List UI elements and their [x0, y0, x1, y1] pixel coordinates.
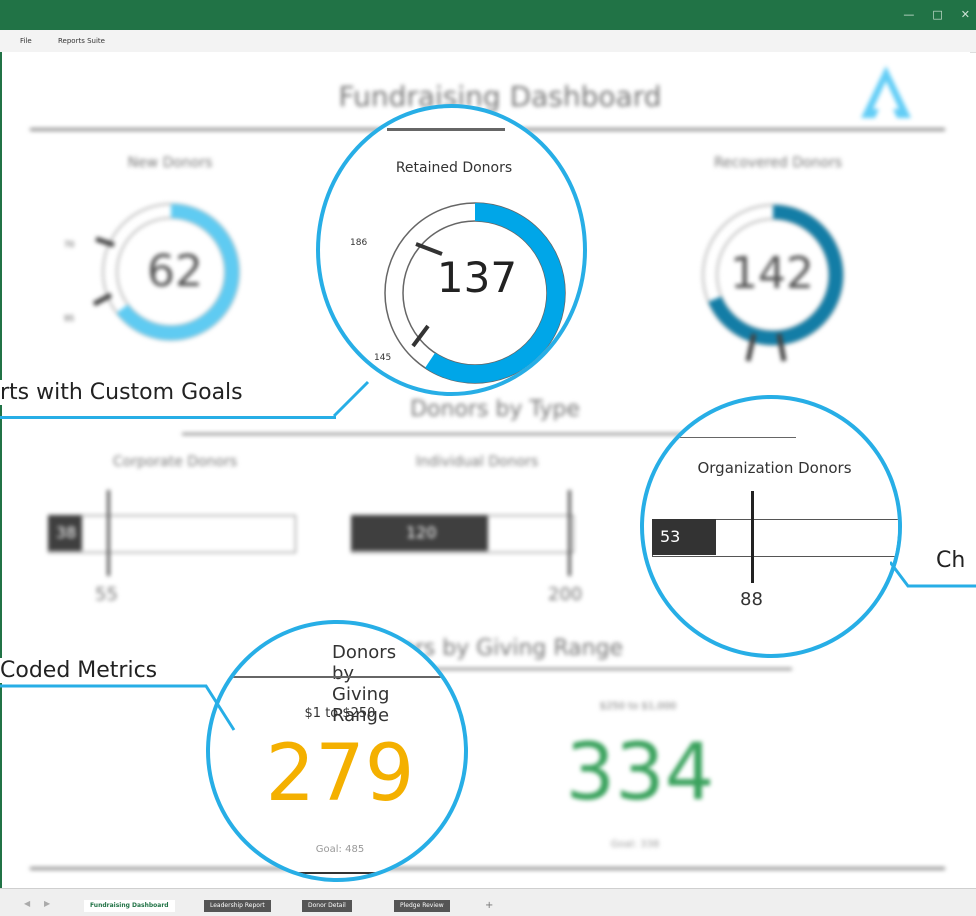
- retained-donors-value: 137: [436, 253, 518, 302]
- tab-nav-right-icon[interactable]: ▶: [44, 899, 50, 908]
- tab-leadership-report[interactable]: Leadership Report: [204, 900, 271, 912]
- callout-custom-goals-line: [0, 416, 336, 419]
- window-titlebar: — □ ✕: [0, 0, 976, 30]
- new-donors-goal-top: 70: [64, 240, 75, 249]
- callout-custom-goals: rts with Custom Goals: [0, 380, 243, 405]
- logo-icon: [861, 66, 911, 118]
- new-donors-goal-bottom: 95: [64, 314, 75, 323]
- retained-donors-magnifier: Retained Donors 137 186 145: [316, 104, 587, 396]
- add-sheet-icon[interactable]: +: [485, 900, 493, 911]
- range-1-250-label: $1 to $250: [304, 706, 376, 721]
- retained-title-rule: [387, 128, 505, 131]
- organization-donors-bar-fill: 53: [652, 519, 716, 555]
- corporate-donors-title: Corporate Donors: [112, 454, 238, 470]
- callout-custom-goals-connector: [332, 380, 370, 418]
- menu-bar: File Reports Suite: [0, 30, 976, 53]
- footer-rule: [30, 867, 945, 870]
- range-1-250-goal: Goal: 485: [315, 844, 365, 855]
- recovered-donors-title: Recovered Donors: [713, 155, 843, 171]
- close-icon[interactable]: ✕: [961, 8, 970, 21]
- callout-right-connector: [890, 561, 976, 588]
- corporate-donors-bar-fill: 38: [48, 515, 82, 551]
- organization-donors-goal: 88: [740, 589, 763, 610]
- minimize-icon[interactable]: —: [903, 8, 914, 21]
- tab-nav-left-icon[interactable]: ◀: [24, 899, 30, 908]
- retained-donors-title: Retained Donors: [395, 160, 513, 176]
- range-1-250-value: 279: [265, 729, 415, 819]
- retained-donors-goal-bottom: 145: [374, 353, 392, 363]
- organization-donors-title: Organization Donors: [697, 459, 852, 477]
- individual-donors-goal: 200: [548, 584, 583, 605]
- corporate-donors-bar-track: [48, 515, 296, 553]
- range-250-1000-value: 334: [565, 728, 715, 818]
- dashboard-title: Fundraising Dashboard: [338, 80, 662, 113]
- individual-donors-goal-line: [568, 490, 571, 576]
- organization-donors-magnifier: Organization Donors 53 88: [640, 395, 902, 658]
- individual-donors-title: Individual Donors: [415, 454, 539, 470]
- new-donors-title: New Donors: [127, 155, 213, 171]
- range-250-1000-goal: Goal: 338: [610, 839, 660, 850]
- individual-donors-bar-fill: 120: [351, 515, 488, 551]
- left-window-edge-inner: [2, 52, 12, 888]
- tab-donor-detail[interactable]: Donor Detail: [302, 900, 352, 912]
- corporate-donors-goal-line: [107, 490, 110, 576]
- giving-range-magnifier: Donors by Giving Range $1 to $250 279 Go…: [206, 620, 468, 882]
- menu-reports-suite[interactable]: Reports Suite: [58, 37, 105, 45]
- tab-pledge-review[interactable]: Pledge Review: [394, 900, 450, 912]
- maximize-icon[interactable]: □: [932, 8, 942, 21]
- corporate-donors-goal: 55: [95, 584, 118, 605]
- tab-fundraising-dashboard[interactable]: Fundraising Dashboard: [84, 900, 175, 912]
- giving-range-zoom-bottom-rule: [210, 872, 464, 874]
- callout-color-coded: Coded Metrics: [0, 658, 158, 683]
- donors-by-type-title: Donors by Type: [410, 397, 580, 422]
- giving-range-zoom-rule: [210, 676, 464, 678]
- organization-donors-goal-line: [751, 491, 754, 583]
- retained-donors-goal-top: 186: [350, 238, 368, 248]
- range-250-1000-label: $250 to $1,000: [599, 701, 677, 712]
- organization-title-rule: [674, 437, 796, 438]
- sheet-tab-bar: ◀ ▶ Fundraising Dashboard Leadership Rep…: [0, 888, 976, 916]
- recovered-donors-value: 142: [730, 248, 814, 299]
- menu-file[interactable]: File: [20, 37, 32, 45]
- window-controls: — □ ✕: [903, 8, 970, 21]
- callout-color-coded-connector: [0, 684, 236, 731]
- new-donors-value: 62: [147, 246, 203, 297]
